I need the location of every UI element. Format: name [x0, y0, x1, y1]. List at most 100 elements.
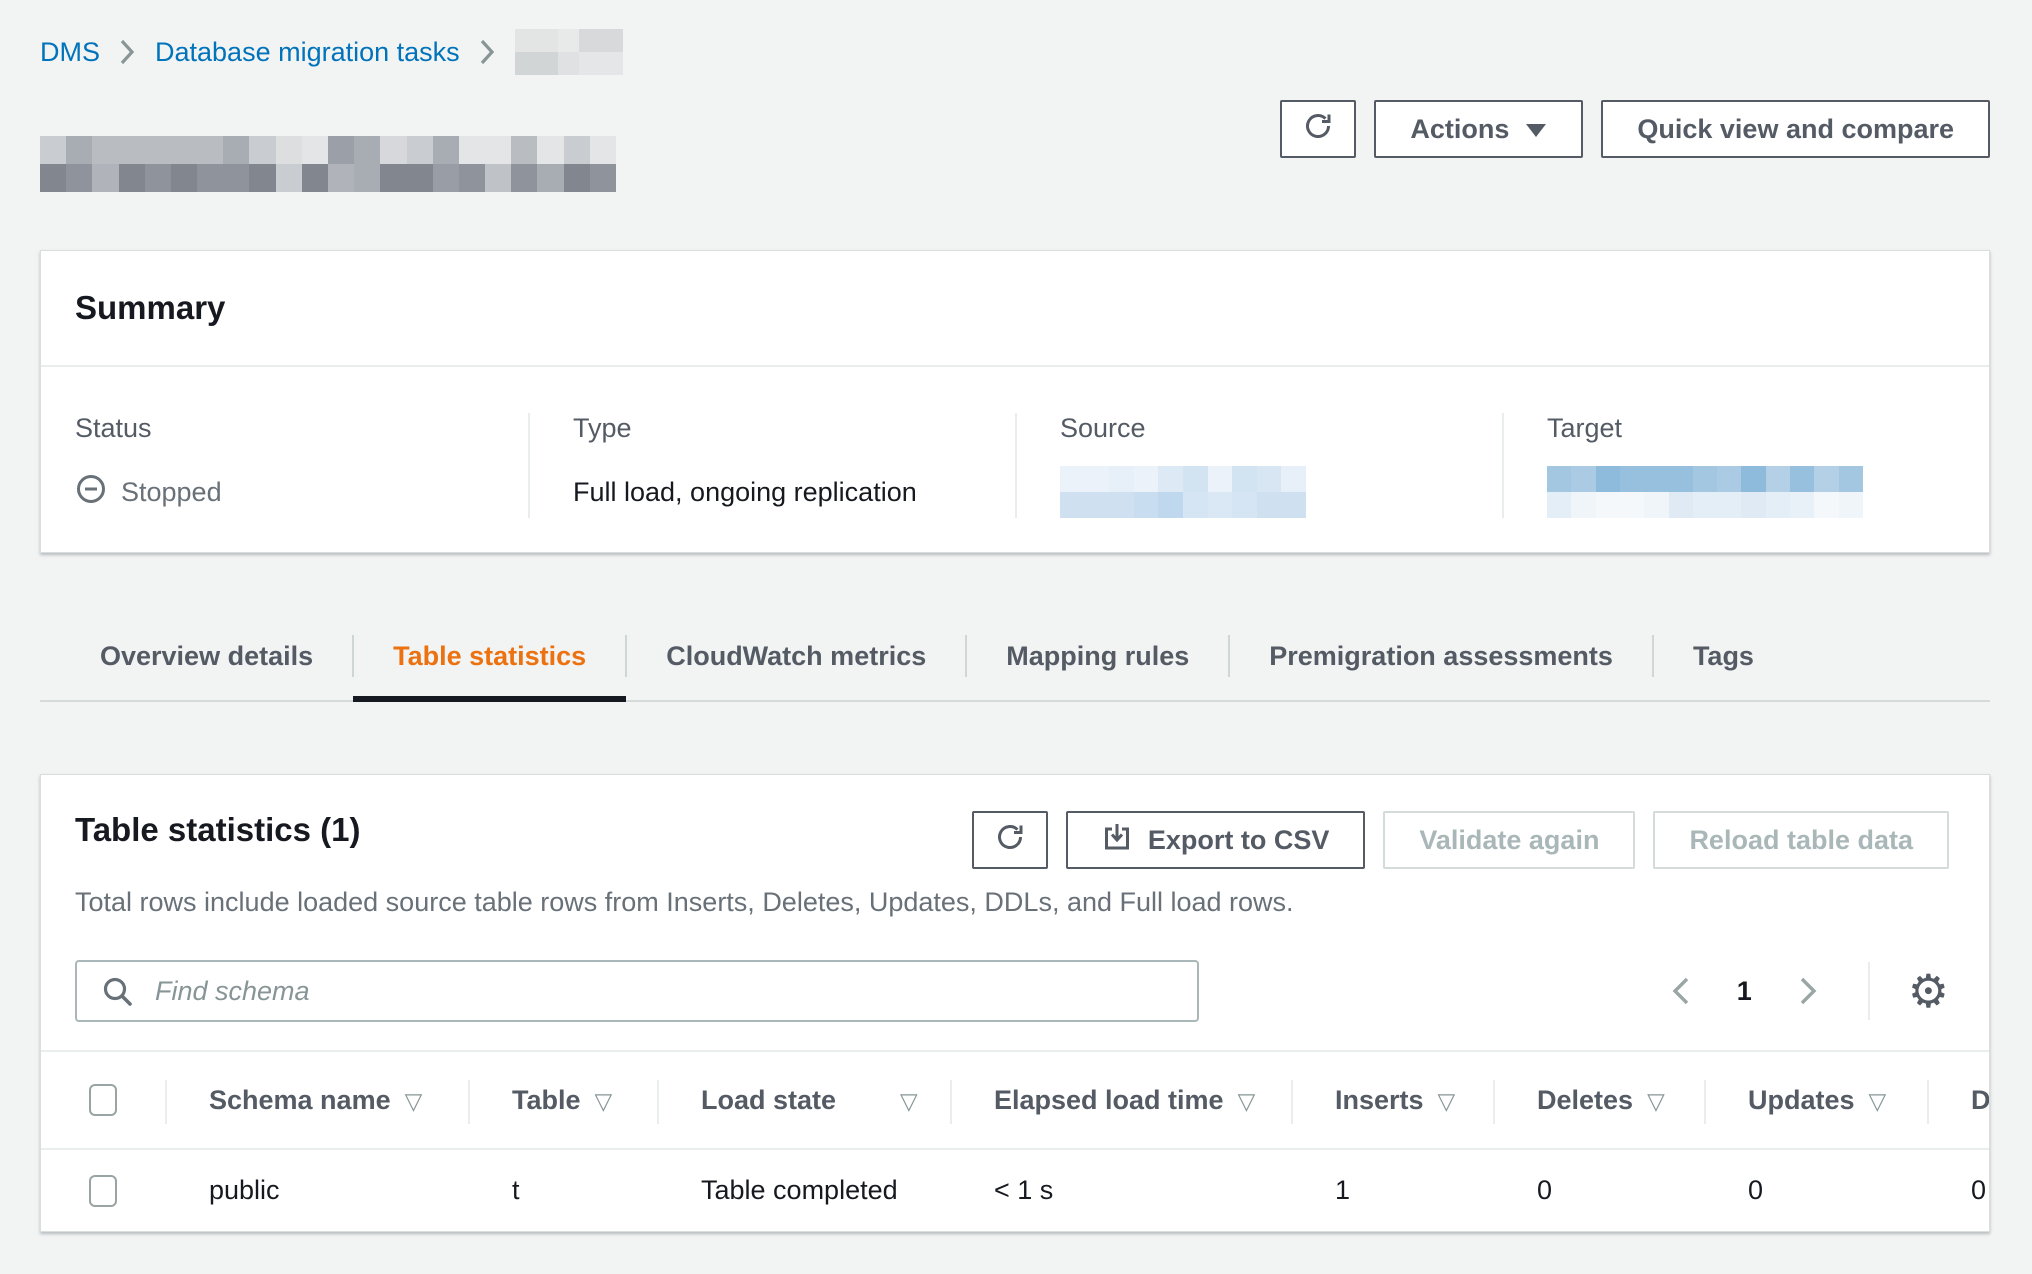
column-label: Elapsed load time: [994, 1085, 1224, 1115]
cell-load-state: Table completed: [657, 1149, 950, 1231]
column-header-load-state[interactable]: Load state ▽: [657, 1051, 950, 1149]
table-statistics-actions: Export to CSV Validate again Reload tabl…: [972, 811, 1949, 869]
select-all-checkbox[interactable]: [89, 1084, 117, 1116]
pagination: 1 ⚙: [1649, 962, 1949, 1020]
breadcrumb: DMS Database migration tasks: [40, 30, 1990, 74]
search-input[interactable]: [75, 960, 1199, 1022]
refresh-icon: [994, 821, 1026, 860]
header-actions: Actions Quick view and compare: [1280, 100, 1990, 158]
dms-task-page: DMS Database migration tasks Actions: [0, 0, 2032, 1232]
column-header-elapsed-load-time[interactable]: Elapsed load time ▽: [950, 1051, 1291, 1149]
export-to-csv-label: Export to CSV: [1148, 825, 1330, 856]
reload-table-data-button[interactable]: Reload table data: [1653, 811, 1949, 869]
chevron-right-icon[interactable]: [1776, 976, 1840, 1006]
toolbar-divider: [1868, 962, 1870, 1020]
cell-elapsed-load-time: < 1 s: [950, 1149, 1291, 1231]
breadcrumb-link-dms[interactable]: DMS: [40, 37, 100, 68]
column-header-ddls[interactable]: DDLs: [1927, 1051, 1989, 1149]
table-statistics-card: Table statistics (1): [40, 774, 1990, 1232]
type-label: Type: [573, 413, 1015, 444]
sort-icon[interactable]: ▽: [900, 1088, 918, 1114]
refresh-button[interactable]: [1280, 100, 1356, 158]
target-label: Target: [1547, 413, 1989, 444]
table-statistics-header: Table statistics (1): [41, 775, 1989, 869]
column-header-updates[interactable]: Updates ▽: [1704, 1051, 1927, 1149]
breadcrumb-current-redacted: [515, 29, 623, 75]
column-header-schema-name[interactable]: Schema name ▽: [165, 1051, 468, 1149]
status-label: Status: [75, 413, 528, 444]
status-value: Stopped: [121, 477, 222, 508]
sort-icon[interactable]: ▽: [1869, 1088, 1887, 1114]
column-header-table[interactable]: Table ▽: [468, 1051, 657, 1149]
settings-gear-icon[interactable]: ⚙: [1894, 968, 1949, 1014]
column-label: DDLs: [1971, 1085, 1989, 1115]
breadcrumb-chevron-icon: [480, 39, 495, 65]
sort-icon[interactable]: ▽: [1238, 1088, 1256, 1114]
summary-field-target: Target: [1502, 413, 1989, 518]
statistics-table-wrap: Schema name ▽ Table ▽ Load state ▽ Elapsed …: [41, 1050, 1989, 1231]
summary-card: Summary Status Stopped Type: [40, 250, 1990, 553]
column-label: Inserts: [1335, 1085, 1424, 1115]
column-header-deletes[interactable]: Deletes ▽: [1493, 1051, 1704, 1149]
column-label: Deletes: [1537, 1085, 1633, 1115]
column-header-inserts[interactable]: Inserts ▽: [1291, 1051, 1493, 1149]
table-statistics-description: Total rows include loaded source table r…: [41, 869, 1989, 918]
page-title-redacted: [40, 136, 616, 192]
source-value-redacted[interactable]: [1060, 466, 1306, 518]
summary-header: Summary: [41, 251, 1989, 365]
cell-ddls: 0: [1927, 1149, 1989, 1231]
summary-field-status: Status Stopped: [41, 413, 528, 518]
cell-inserts: 1: [1291, 1149, 1493, 1231]
sort-icon[interactable]: ▽: [1647, 1088, 1665, 1114]
quick-view-compare-button[interactable]: Quick view and compare: [1601, 100, 1990, 158]
stopped-icon: [75, 473, 107, 512]
summary-body: Status Stopped Type Full load, ongoing r…: [41, 365, 1989, 552]
tab-tags[interactable]: Tags: [1653, 623, 1794, 700]
tab-mapping-rules[interactable]: Mapping rules: [966, 623, 1229, 700]
column-label: Updates: [1748, 1085, 1855, 1115]
tab-cloudwatch-metrics[interactable]: CloudWatch metrics: [626, 623, 966, 700]
summary-field-source: Source: [1015, 413, 1502, 518]
validate-again-button[interactable]: Validate again: [1383, 811, 1635, 869]
table-toolbar: 1 ⚙: [41, 918, 1989, 1050]
table-statistics-title: Table statistics (1): [75, 811, 360, 849]
cell-deletes: 0: [1493, 1149, 1704, 1231]
cell-table: t: [468, 1149, 657, 1231]
dropdown-caret-icon: [1525, 114, 1547, 145]
sort-icon[interactable]: ▽: [405, 1088, 423, 1114]
schema-search: [75, 960, 1199, 1022]
row-checkbox[interactable]: [89, 1175, 117, 1207]
reload-table-data-label: Reload table data: [1689, 825, 1913, 856]
summary-field-type: Type Full load, ongoing replication: [528, 413, 1015, 518]
summary-title: Summary: [75, 289, 1949, 327]
table-refresh-button[interactable]: [972, 811, 1048, 869]
sort-icon[interactable]: ▽: [595, 1088, 613, 1114]
column-label: Load state: [701, 1085, 836, 1115]
export-to-csv-button[interactable]: Export to CSV: [1066, 811, 1366, 869]
breadcrumb-link-tasks[interactable]: Database migration tasks: [155, 37, 460, 68]
search-icon: [101, 975, 135, 1016]
task-tabs: Overview details Table statistics CloudW…: [40, 623, 1990, 702]
table-row: public t Table completed < 1 s 1 0 0 0: [41, 1149, 1989, 1231]
tab-premigration-assessments[interactable]: Premigration assessments: [1229, 623, 1653, 700]
page-header: Actions Quick view and compare: [40, 100, 1990, 192]
target-value-redacted[interactable]: [1547, 466, 1863, 518]
chevron-left-icon[interactable]: [1649, 976, 1713, 1006]
actions-button-label: Actions: [1410, 114, 1509, 145]
page-number[interactable]: 1: [1713, 976, 1776, 1007]
table-header-row: Schema name ▽ Table ▽ Load state ▽ Elapsed …: [41, 1051, 1989, 1149]
cell-schema-name: public: [165, 1149, 468, 1231]
tab-table-statistics[interactable]: Table statistics: [353, 623, 626, 700]
statistics-table: Schema name ▽ Table ▽ Load state ▽ Elapsed …: [41, 1050, 1989, 1231]
actions-button[interactable]: Actions: [1374, 100, 1583, 158]
export-download-icon: [1102, 822, 1132, 859]
column-label: Table: [512, 1085, 581, 1115]
validate-again-label: Validate again: [1419, 825, 1599, 856]
source-label: Source: [1060, 413, 1502, 444]
breadcrumb-chevron-icon: [120, 39, 135, 65]
sort-icon[interactable]: ▽: [1438, 1088, 1456, 1114]
quick-view-compare-label: Quick view and compare: [1637, 114, 1954, 145]
tab-overview-details[interactable]: Overview details: [60, 623, 353, 700]
type-value: Full load, ongoing replication: [573, 477, 917, 508]
column-label: Schema name: [209, 1085, 391, 1115]
